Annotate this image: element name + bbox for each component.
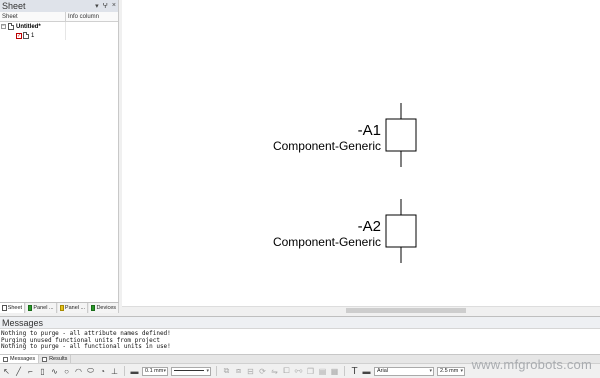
horizontal-scrollbar[interactable] <box>122 306 600 313</box>
component-a1-label[interactable]: -A1 Component-Generic <box>273 122 381 153</box>
sheet-panel-title: Sheet <box>2 1 26 11</box>
arc-tool-icon[interactable]: ◠ <box>74 367 83 376</box>
font-select[interactable]: Arial ▾ <box>374 366 434 376</box>
message-list: Nothing to purge - all attribute names d… <box>0 329 600 351</box>
group-icon[interactable]: ⧉ <box>222 366 231 376</box>
tab-panel-2-label: Panel ... <box>64 305 86 311</box>
tab-messages-label: Messages <box>10 356 36 362</box>
tab-devices-label: Devices <box>96 305 117 311</box>
pin-icon[interactable]: ⵖ <box>103 2 108 10</box>
drawing-canvas[interactable]: -A1 Component-Generic -A2 Component-Gene… <box>122 0 600 306</box>
dropdown-icon[interactable]: ▾ <box>95 2 99 10</box>
schematic-svg <box>385 103 417 263</box>
component-a2-label[interactable]: -A2 Component-Generic <box>273 218 381 249</box>
tree-item-project[interactable]: − Untitled* <box>0 22 118 31</box>
sheet-label: 1 <box>31 32 35 39</box>
watermark-text: www.mfgrobots.com <box>471 357 592 372</box>
chevron-down-icon: ▾ <box>460 367 463 374</box>
copy-icon[interactable]: ❐ <box>306 367 315 376</box>
font-value: Arial <box>377 367 389 374</box>
polyline-tool-icon[interactable]: ⌐ <box>26 367 35 376</box>
align-icon[interactable]: ⊟ <box>246 367 255 376</box>
pie-tool-icon[interactable]: ◔ <box>98 367 107 376</box>
toolbar-separator <box>216 366 217 376</box>
component-a2-name: Component-Generic <box>272 235 381 249</box>
paste-icon[interactable]: ▤ <box>318 367 327 376</box>
panel-tabs: Sheet Panel ... Panel ... Devices <box>0 302 120 313</box>
bring-front-icon[interactable]: ⧠ <box>282 366 291 376</box>
sheet-tab-icon <box>2 305 7 311</box>
tab-sheet[interactable]: Sheet <box>0 303 26 313</box>
chevron-down-icon: ▾ <box>429 367 432 374</box>
tab-panel-1[interactable]: Panel ... <box>26 303 57 313</box>
tab-panel-1-label: Panel ... <box>33 305 54 311</box>
ungroup-icon[interactable]: ⧈ <box>234 366 243 376</box>
results-icon <box>42 356 48 362</box>
scrollbar-thumb[interactable] <box>346 308 466 313</box>
chevron-down-icon: ▾ <box>163 367 166 374</box>
tree-header: Sheet Info column <box>0 12 118 22</box>
font-size-select[interactable]: 2.5 mm ▾ <box>437 366 465 376</box>
text-color-icon[interactable]: ▬ <box>362 367 371 376</box>
panel-tab-icon <box>28 305 33 311</box>
component-a2-symbol[interactable] <box>385 199 417 263</box>
message-line: Nothing to purge - all functional units … <box>1 343 171 350</box>
chevron-down-icon: ▾ <box>206 367 209 374</box>
line-style-preview <box>174 369 204 371</box>
app-window: Sheet ▾ ⵖ × Sheet Info column − Untitled… <box>0 0 600 378</box>
line-tool-icon[interactable]: ╱ <box>14 367 23 376</box>
tab-results[interactable]: Results <box>39 355 72 363</box>
messages-title: Messages <box>0 317 600 329</box>
dimension-tool-icon[interactable]: ⊥ <box>110 367 119 376</box>
toolbar-separator <box>124 366 125 376</box>
arrange-icon[interactable]: ▦ <box>330 367 339 376</box>
mirror-icon[interactable]: ⇋ <box>270 367 279 376</box>
text-tool-icon[interactable]: T <box>350 366 359 377</box>
project-icon <box>8 23 14 30</box>
line-width-value: 0.1 mm <box>145 367 164 374</box>
tab-panel-2[interactable]: Panel ... <box>57 303 89 313</box>
component-a1-tag: -A1 <box>357 122 381 139</box>
rectangle-tool-icon[interactable]: ▯ <box>38 367 47 376</box>
tab-sheet-label: Sheet <box>7 305 23 311</box>
spline-tool-icon[interactable]: ∿ <box>50 367 59 376</box>
sheet-icon <box>23 32 29 39</box>
tab-messages[interactable]: Messages <box>0 355 40 363</box>
send-back-icon[interactable]: ⧟ <box>294 366 303 376</box>
sheet-panel: Sheet ▾ ⵖ × Sheet Info column − Untitled… <box>0 0 119 313</box>
panel-tab-icon <box>59 305 64 311</box>
toolbar-separator <box>344 366 345 376</box>
tree-item-sheet-1[interactable]: ✓ 1 <box>0 31 118 40</box>
ellipse-tool-icon[interactable]: ⬭ <box>86 366 95 376</box>
rotate-icon[interactable]: ⟳ <box>258 367 267 376</box>
close-icon[interactable]: × <box>112 2 116 10</box>
line-color-icon[interactable]: ▬ <box>130 367 139 376</box>
checkbox-icon[interactable]: ✓ <box>16 32 22 39</box>
tab-results-label: Results <box>49 356 68 362</box>
project-label: Untitled* <box>16 23 41 30</box>
tab-devices[interactable]: Devices <box>89 303 120 313</box>
devices-tab-icon <box>91 305 96 311</box>
messages-panel: Messages Nothing to purge - all attribut… <box>0 316 600 354</box>
component-a2-tag: -A2 <box>357 218 381 235</box>
messages-icon <box>3 356 8 362</box>
sheet-panel-title-bar: Sheet ▾ ⵖ × <box>0 0 118 12</box>
line-style-select[interactable]: ▾ <box>171 366 211 376</box>
line-width-select[interactable]: 0.1 mm ▾ <box>142 366 168 376</box>
column-header-sheet[interactable]: Sheet <box>0 12 66 21</box>
collapse-icon[interactable]: − <box>1 24 6 29</box>
circle-tool-icon[interactable]: ○ <box>62 367 71 376</box>
font-size-value: 2.5 mm <box>440 367 459 374</box>
component-a1-symbol[interactable] <box>385 103 417 167</box>
column-header-info[interactable]: Info column <box>66 12 99 21</box>
pointer-icon[interactable]: ↖ <box>2 367 11 376</box>
component-a1-name: Component-Generic <box>272 139 381 153</box>
